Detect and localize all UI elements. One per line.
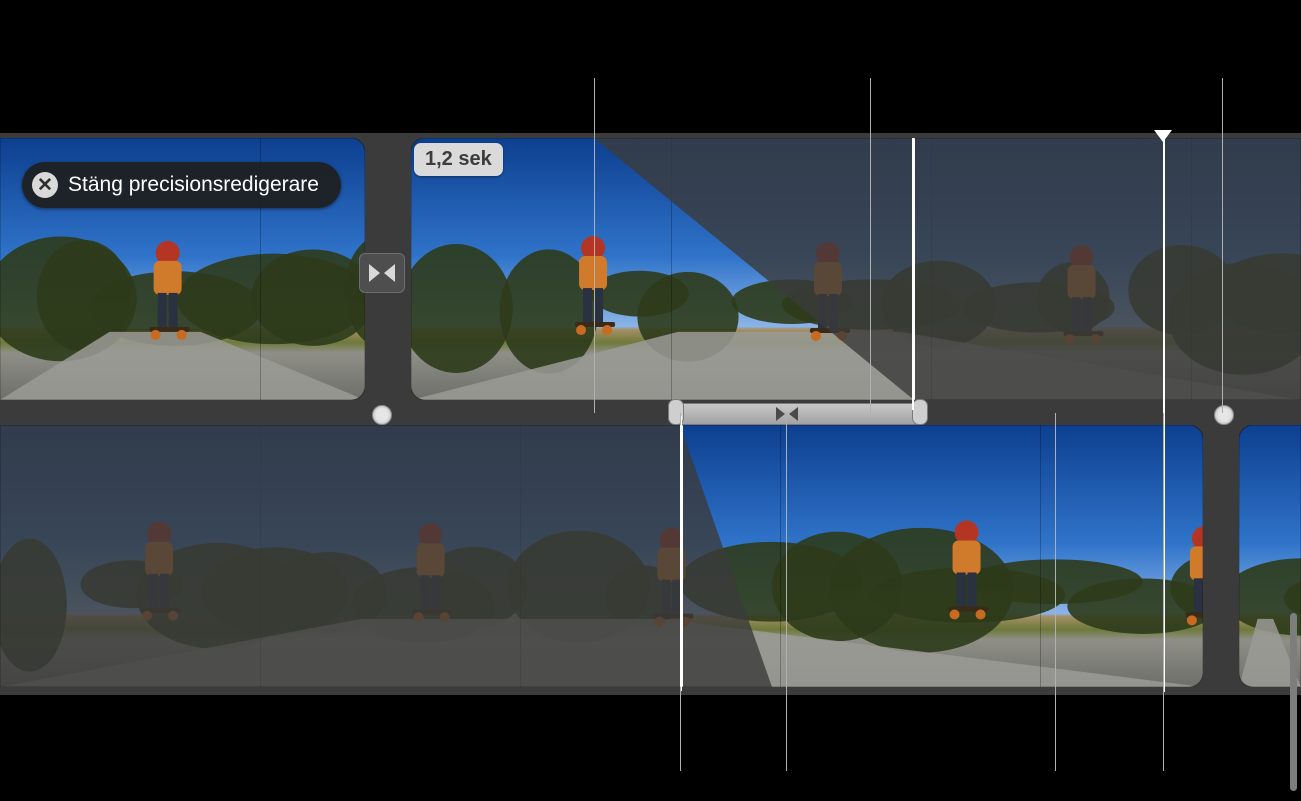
callout-line [870, 78, 871, 413]
transition-end-handle[interactable] [912, 399, 928, 425]
bottom-clip-a[interactable] [0, 425, 1203, 687]
close-icon: ✕ [32, 172, 58, 198]
transition-duration-badge: 1,2 sek [414, 143, 503, 176]
bowtie-transition-icon [369, 264, 395, 282]
callout-line [1163, 413, 1164, 771]
callout-line [1222, 78, 1223, 413]
clip-b-start-handle[interactable] [1214, 405, 1234, 425]
bottom-track [0, 425, 1301, 687]
precision-editor: ✕ Stäng precisionsredigerare 1,2 sek [0, 133, 1301, 695]
callout-line [786, 413, 787, 771]
transition-well[interactable] [359, 253, 405, 293]
transition-center-icon [776, 407, 798, 421]
close-label: Stäng precisionsredigerare [68, 173, 319, 197]
playhead-marker-icon [1154, 130, 1172, 142]
callout-line [594, 78, 595, 413]
callout-line [1055, 413, 1056, 771]
clip-a-end-handle[interactable] [372, 405, 392, 425]
top-clip-b[interactable] [411, 138, 1301, 400]
bottom-clip-a-out-edge[interactable] [680, 425, 683, 687]
close-precision-editor-button[interactable]: ✕ Stäng precisionsredigerare [22, 162, 341, 208]
top-track: ✕ Stäng precisionsredigerare 1,2 sek [0, 138, 1301, 400]
transition-bar[interactable] [672, 403, 924, 425]
top-clip-b-in-edge[interactable] [912, 138, 915, 400]
precision-midbar [0, 401, 1301, 425]
vertical-scroll-thumb[interactable] [1290, 613, 1297, 791]
